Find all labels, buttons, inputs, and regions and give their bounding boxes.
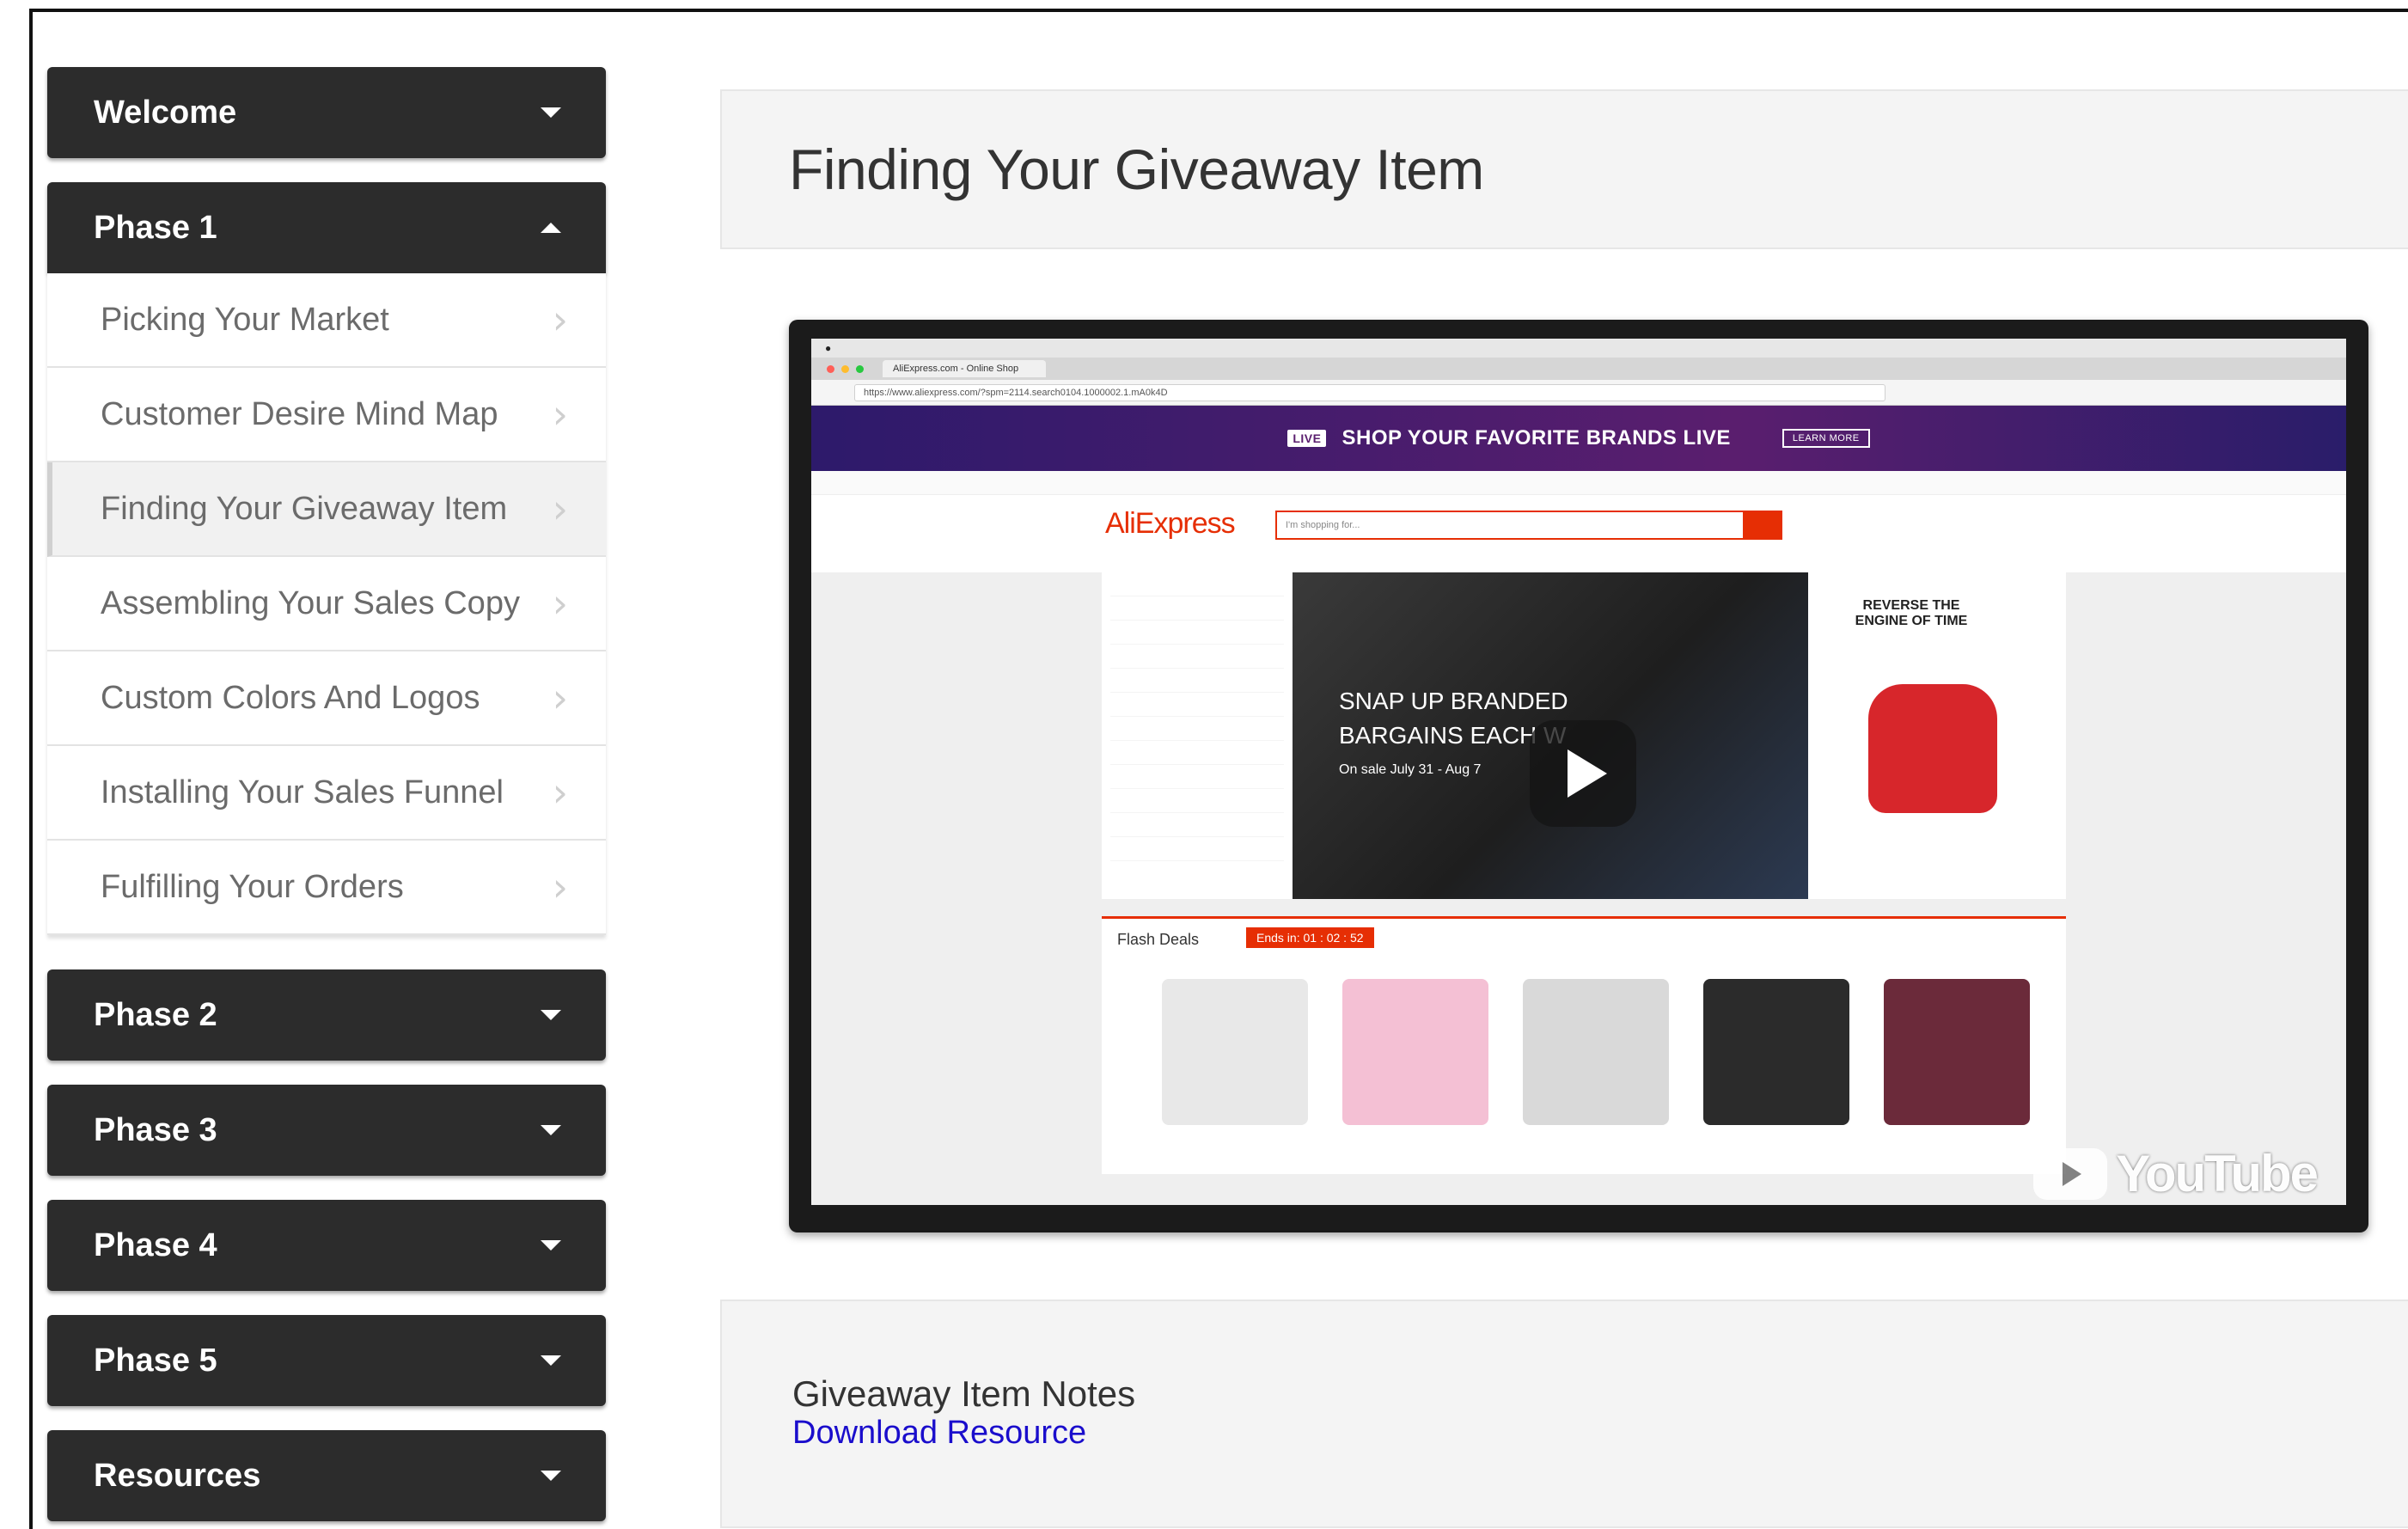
notes-title: Giveaway Item Notes	[792, 1373, 1136, 1414]
product-image	[1342, 979, 1488, 1125]
site-header: AliExpress I'm shopping for...	[811, 495, 2346, 553]
resource-panel: Giveaway Item Notes Download Resource	[720, 1300, 2408, 1528]
youtube-icon	[2033, 1147, 2108, 1200]
browser-tab: AliExpress.com - Online Shop	[883, 360, 1046, 377]
side-ad-text: REVERSE THE ENGINE OF TIME	[1855, 598, 1968, 628]
accordion-phase-4[interactable]: Phase 4	[47, 1200, 606, 1291]
caret-down-icon	[541, 1010, 561, 1020]
url-text: https://www.aliexpress.com/?spm=2114.sea…	[854, 383, 1885, 401]
lesson-label: Picking Your Market	[101, 301, 389, 338]
flash-deals: Flash Deals Ends in: 01 : 02 : 52	[1102, 916, 2066, 1174]
search-placeholder: I'm shopping for...	[1286, 520, 1360, 530]
caret-up-icon	[541, 223, 561, 233]
flash-timer: Ends in: 01 : 02 : 52	[1246, 927, 1374, 948]
product-image	[1703, 979, 1849, 1125]
accordion-label: Resources	[94, 1457, 261, 1494]
accordion-phase-2[interactable]: Phase 2	[47, 969, 606, 1061]
lesson-label: Customer Desire Mind Map	[101, 395, 498, 432]
play-icon	[1568, 749, 1607, 798]
site-search-box: I'm shopping for...	[1275, 511, 1782, 540]
chevron-right-icon: ›	[552, 486, 568, 532]
lesson-label: Finding Your Giveaway Item	[101, 490, 508, 527]
promo-banner: LIVE SHOP YOUR FAVORITE BRANDS LIVE LEAR…	[811, 406, 2346, 471]
play-button[interactable]	[1530, 720, 1636, 827]
lesson-installing-your-sales-funnel[interactable]: Installing Your Sales Funnel ›	[47, 746, 606, 841]
chevron-right-icon: ›	[552, 864, 568, 910]
lesson-label: Custom Colors And Logos	[101, 679, 480, 716]
search-icon	[1743, 511, 1782, 540]
video-player[interactable]: ● AliExpress.com - Online Shop https://w…	[789, 320, 2368, 1232]
lesson-label: Installing Your Sales Funnel	[101, 774, 504, 810]
apple-icon: ●	[825, 342, 832, 354]
lesson-label: Fulfilling Your Orders	[101, 868, 404, 905]
browser-address-bar: https://www.aliexpress.com/?spm=2114.sea…	[811, 380, 2346, 406]
caret-down-icon	[541, 1471, 561, 1481]
close-window-icon	[827, 364, 834, 373]
flash-title: Flash Deals	[1117, 931, 1200, 948]
youtube-wordmark: YouTube	[2116, 1145, 2319, 1202]
promo-text: SHOP YOUR FAVORITE BRANDS LIVE	[1342, 426, 1731, 450]
lesson-fulfilling-your-orders[interactable]: Fulfilling Your Orders ›	[47, 841, 606, 935]
caret-down-icon	[541, 107, 561, 118]
live-badge: LIVE	[1287, 430, 1327, 447]
accordion-label: Phase 4	[94, 1226, 217, 1263]
browser-tab-bar: AliExpress.com - Online Shop	[811, 358, 2346, 380]
minimize-window-icon	[841, 364, 849, 373]
caret-down-icon	[541, 1125, 561, 1135]
chevron-right-icon: ›	[552, 769, 568, 816]
lesson-finding-your-giveaway-item[interactable]: Finding Your Giveaway Item ›	[47, 462, 606, 557]
page-title: Finding Your Giveaway Item	[789, 138, 1484, 201]
product-image	[1884, 979, 2030, 1125]
caret-down-icon	[541, 1355, 561, 1366]
chevron-right-icon: ›	[552, 391, 568, 437]
lesson-assembling-your-sales-copy[interactable]: Assembling Your Sales Copy ›	[47, 557, 606, 651]
accordion-label: Phase 1	[94, 209, 217, 246]
side-ad: REVERSE THE ENGINE OF TIME	[1808, 572, 2066, 899]
category-list	[1102, 572, 1293, 899]
accordion-welcome[interactable]: Welcome	[47, 67, 606, 158]
accordion-label: Phase 3	[94, 1111, 217, 1148]
youtube-logo[interactable]: YouTube	[2033, 1144, 2319, 1203]
product-image	[1523, 979, 1669, 1125]
chevron-right-icon: ›	[552, 675, 568, 721]
lesson-customer-desire-mind-map[interactable]: Customer Desire Mind Map ›	[47, 368, 606, 462]
maximize-window-icon	[856, 364, 864, 373]
site-body: SNAP UP BRANDED BARGAINS EACH W On sale …	[811, 572, 2346, 1205]
accordion-resources[interactable]: Resources	[47, 1430, 606, 1521]
lesson-picking-your-market[interactable]: Picking Your Market ›	[47, 273, 606, 368]
learn-more-label: LEARN MORE	[1782, 429, 1870, 448]
caret-down-icon	[541, 1240, 561, 1251]
product-image	[1162, 979, 1308, 1125]
site-logo: AliExpress	[1105, 507, 1236, 540]
site-top-strip	[811, 471, 2346, 495]
phase-1-lessons: Picking Your Market › Customer Desire Mi…	[47, 273, 606, 935]
lesson-custom-colors-and-logos[interactable]: Custom Colors And Logos ›	[47, 651, 606, 746]
accordion-label: Phase 5	[94, 1342, 217, 1379]
banner-line: SNAP UP BRANDED	[1339, 688, 1568, 714]
accordion-phase-1[interactable]: Phase 1	[47, 182, 606, 273]
product-image	[1868, 684, 1997, 813]
download-resource-link[interactable]: Download Resource	[792, 1415, 1086, 1452]
accordion-phase-3[interactable]: Phase 3	[47, 1085, 606, 1176]
accordion-label: Welcome	[94, 94, 237, 131]
accordion-phase-5[interactable]: Phase 5	[47, 1315, 606, 1406]
lesson-label: Assembling Your Sales Copy	[101, 584, 520, 621]
chevron-right-icon: ›	[552, 297, 568, 343]
lesson-title-panel: Finding Your Giveaway Item	[720, 89, 2408, 249]
chevron-right-icon: ›	[552, 580, 568, 627]
mac-menu-bar: ●	[811, 339, 2346, 358]
course-sidebar: Welcome Phase 1 Picking Your Market › Cu…	[47, 67, 606, 1529]
accordion-label: Phase 2	[94, 996, 217, 1033]
